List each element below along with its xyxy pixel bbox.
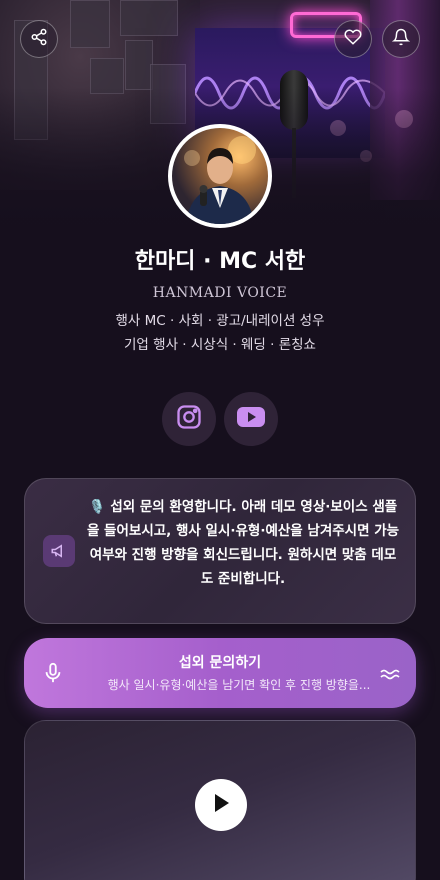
profile-name: 한마디 · MC 서한 xyxy=(134,249,306,274)
youtube-icon xyxy=(236,405,266,433)
youtube-link[interactable] xyxy=(224,392,278,446)
booking-inquiry-title: 섭외 문의하기 xyxy=(178,655,262,671)
notification-button[interactable] xyxy=(382,20,420,58)
instagram-link[interactable] xyxy=(162,392,216,446)
favorite-button[interactable] xyxy=(334,20,372,58)
wave-icon xyxy=(380,666,400,685)
tagline-events: 기업 행사 · 시상식 · 웨딩 · 론칭쇼 xyxy=(124,337,316,353)
heart-icon xyxy=(344,28,362,50)
booking-inquiry-subtitle: 행사 일시·유형·예산을 남기면 확인 후 진행 방향을... xyxy=(107,678,371,692)
demo-video-player[interactable] xyxy=(24,720,416,880)
play-icon xyxy=(211,792,231,818)
tagline-services: 행사 MC · 사회 · 광고/내레이션 성우 xyxy=(115,313,325,329)
share-icon xyxy=(30,28,48,50)
brand-name: HANMADI VOICE xyxy=(152,285,288,301)
booking-notice-card: 🎙️ 섭외 문의 환영합니다. 아래 데모 영상·보이스 샘플을 들어보시고, … xyxy=(24,478,416,624)
play-button[interactable] xyxy=(195,779,247,831)
bell-icon xyxy=(391,28,411,50)
booking-notice-text: 🎙️ 섭외 문의 환영합니다. 아래 데모 영상·보이스 샘플을 들어보시고, … xyxy=(86,499,400,587)
share-button[interactable] xyxy=(20,20,58,58)
booking-inquiry-button[interactable]: 섭외 문의하기 행사 일시·유형·예산을 남기면 확인 후 진행 방향을... xyxy=(24,638,416,708)
avatar xyxy=(168,124,272,228)
megaphone-icon xyxy=(43,535,75,567)
instagram-icon xyxy=(175,403,203,435)
